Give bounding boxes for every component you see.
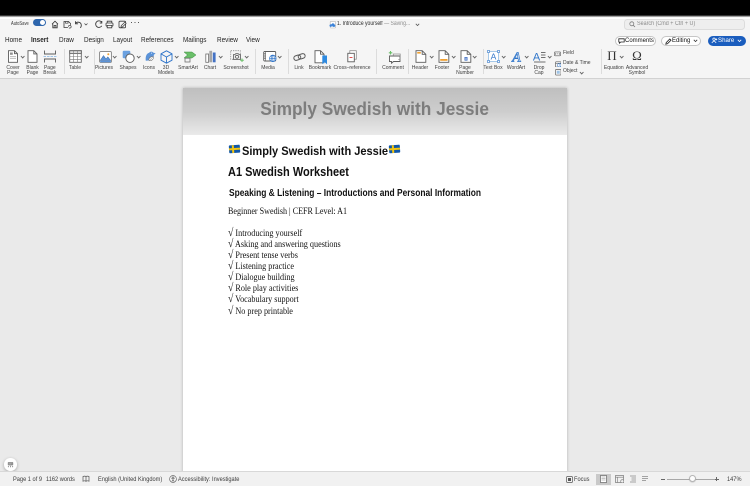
svg-text:A: A [533,52,541,64]
svg-text:A: A [491,52,497,62]
svg-text:#: # [465,57,467,61]
svg-text:A: A [511,51,521,64]
